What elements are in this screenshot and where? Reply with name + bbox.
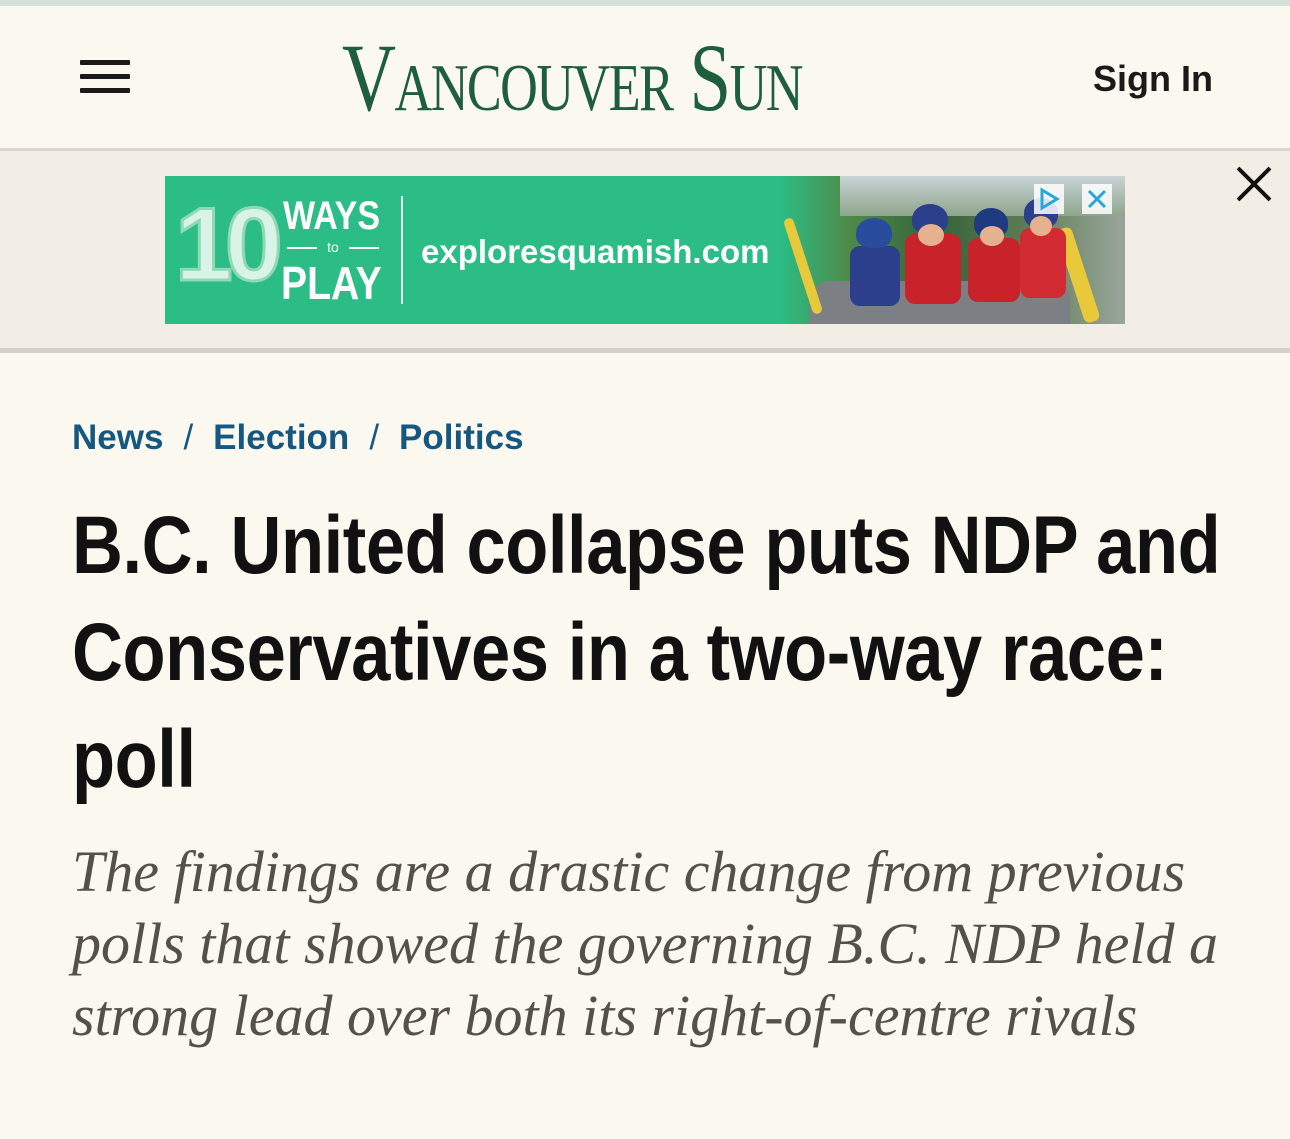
breadcrumb: News / Election / Politics bbox=[72, 416, 672, 460]
ad-divider-line bbox=[0, 348, 1290, 353]
ad-url-text: exploresquamish.com bbox=[421, 233, 770, 270]
ad-ten-numeral: 10 bbox=[174, 187, 285, 303]
article-headline-text: B.C. United collapse puts NDP and Conser… bbox=[72, 500, 1221, 805]
breadcrumb-election[interactable]: Election bbox=[213, 418, 349, 457]
breadcrumb-separator: / bbox=[183, 418, 194, 457]
hamburger-menu-icon[interactable] bbox=[80, 56, 130, 98]
article-headline: B.C. United collapse puts NDP and Conser… bbox=[72, 492, 1232, 812]
ad-ways-text: WAYS bbox=[283, 194, 381, 238]
breadcrumb-separator: / bbox=[369, 418, 380, 457]
ad-banner[interactable]: 10 WAYS to PLAY exploresquamish.com bbox=[165, 176, 1125, 324]
close-ad-icon[interactable] bbox=[1234, 164, 1274, 204]
ad-dismiss-icon[interactable] bbox=[1082, 184, 1112, 214]
site-logo[interactable]: Vancouver Sun bbox=[342, 22, 813, 134]
ad-to-text: to bbox=[283, 238, 383, 256]
ad-rafting-photo bbox=[780, 176, 1125, 324]
adchoices-icon[interactable] bbox=[1034, 184, 1064, 214]
article-deck: The findings are a drastic change from p… bbox=[72, 839, 1218, 1048]
ad-play-text: PLAY bbox=[281, 257, 382, 309]
breadcrumb-politics[interactable]: Politics bbox=[399, 418, 523, 457]
sign-in-button[interactable]: Sign In bbox=[1093, 56, 1217, 102]
ad-divider bbox=[401, 196, 403, 304]
breadcrumb-news[interactable]: News bbox=[72, 418, 163, 457]
